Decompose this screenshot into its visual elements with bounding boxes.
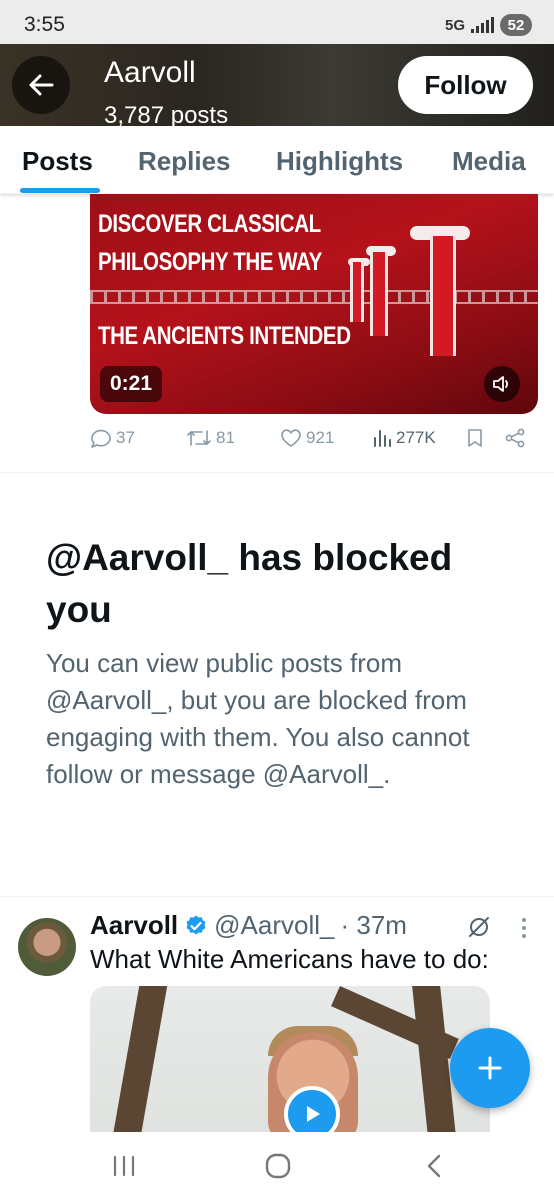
blocked-description: You can view public posts from @Aarvoll_… [46,648,470,789]
signal-icon [471,17,494,33]
views-count: 277K [396,428,436,447]
column-decoration [430,236,456,356]
reply-button[interactable]: 37 [90,428,135,448]
video-overlay-text: DISCOVER CLASSICAL [98,210,321,238]
like-count: 921 [306,428,335,447]
back-nav-button[interactable] [414,1150,454,1182]
speaker-muted-icon [493,376,509,392]
reply-count: 37 [116,428,135,447]
plus-icon [478,1056,502,1080]
recent-apps-icon [113,1155,135,1177]
status-time: 3:55 [24,13,65,36]
divider [0,896,554,897]
views-icon [374,430,391,447]
heart-icon [281,429,301,447]
post-actions: 37 81 921 277K [0,424,554,456]
status-indicators: 5G 52 [445,14,532,36]
follow-button[interactable]: Follow [398,56,533,114]
profile-tabs: Posts Replies Highlights Media [0,126,554,194]
back-chevron-icon [427,1154,441,1178]
share-icon [505,428,525,448]
tab-posts[interactable]: Posts [22,146,93,177]
compose-button[interactable] [450,1028,530,1108]
repost-count: 81 [216,428,235,447]
profile-name: Aarvoll [104,56,196,89]
profile-header: Aarvoll 3,787 posts Follow [0,44,554,126]
like-button[interactable]: 921 [280,428,334,448]
tab-media[interactable]: Media [452,146,526,177]
posts-count: 3,787 posts [104,102,229,126]
column-decoration [370,252,388,336]
recent-apps-button[interactable] [104,1150,144,1182]
post-time: · 37m [340,910,407,940]
home-icon [265,1153,291,1179]
bookmark-button[interactable] [466,428,484,448]
video-duration: 0:21 [100,366,163,402]
repost-icon [187,430,211,446]
system-nav-bar [0,1132,554,1200]
back-button[interactable] [12,56,70,114]
divider [0,472,554,473]
video-overlay-text: PHILOSOPHY THE WAY [98,248,322,276]
more-options-icon[interactable] [522,918,526,938]
avatar[interactable] [18,918,76,976]
tab-replies[interactable]: Replies [138,146,231,177]
verified-badge-icon [186,915,206,934]
post-text: What White Americans have to do: [90,944,489,974]
reply-icon [91,429,111,448]
battery-icon: 52 [500,14,532,36]
bookmark-icon [468,429,482,447]
home-button[interactable] [258,1150,298,1182]
mute-button[interactable] [484,366,520,402]
post-video[interactable]: DISCOVER CLASSICAL PHILOSOPHY THE WAY TH… [90,194,538,414]
grok-button[interactable] [466,914,492,945]
greek-key-pattern [90,290,538,304]
post-video-thumbnail[interactable] [90,986,490,1132]
network-indicator: 5G [444,16,465,34]
wooden-beam [112,986,168,1132]
post-header: Aarvoll @Aarvoll_ · 37m [90,910,407,941]
column-decoration [350,262,364,322]
views-button[interactable]: 277K [372,428,436,448]
play-icon [307,1106,320,1122]
repost-button[interactable]: 81 [186,428,235,448]
grok-icon [469,917,489,937]
active-tab-indicator [20,188,100,193]
tab-highlights[interactable]: Highlights [276,146,403,177]
arrow-left-icon [29,74,54,96]
post-handle: @Aarvoll_ [214,910,335,940]
share-button[interactable] [504,428,526,448]
post-author-name[interactable]: Aarvoll [90,910,178,941]
status-bar: 3:55 5G 52 [0,0,554,44]
blocked-title: @Aarvoll_ has blocked you [46,537,453,630]
video-overlay-text: THE ANCIENTS INTENDED [98,322,351,350]
